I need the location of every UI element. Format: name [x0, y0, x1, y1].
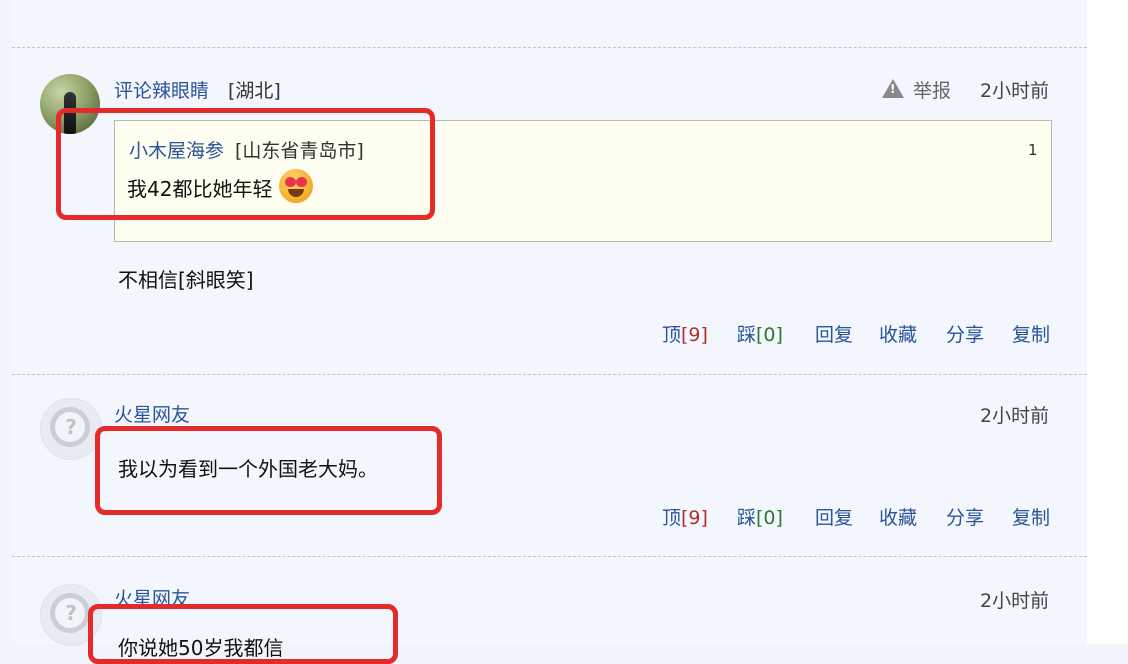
divider [12, 556, 1087, 557]
quoted-floor-number: 1 [1028, 141, 1038, 159]
favorite-button[interactable]: 收藏 [879, 503, 917, 530]
comment-time: 2小时前 [980, 590, 1050, 612]
report-link[interactable]: 举报 [913, 76, 951, 103]
favorite-button[interactable]: 收藏 [879, 320, 917, 347]
comment-time: 2小时前 [980, 405, 1050, 427]
copy-button[interactable]: 复制 [1012, 320, 1050, 347]
share-button[interactable]: 分享 [946, 503, 984, 530]
reply-button[interactable]: 回复 [815, 503, 853, 530]
downvote-button[interactable]: 踩[0] [737, 503, 783, 530]
comment-region: [湖北] [228, 80, 281, 102]
upvote-button[interactable]: 顶[9] [662, 320, 708, 347]
highlight-box [56, 108, 435, 220]
share-button[interactable]: 分享 [946, 320, 984, 347]
comment-username[interactable]: 评论辣眼睛 [114, 76, 209, 103]
warning-icon[interactable] [882, 79, 904, 98]
default-avatar-icon[interactable]: ? [40, 398, 102, 460]
divider [12, 374, 1087, 375]
divider [12, 47, 1087, 48]
comment-time: 2小时前 [980, 80, 1050, 102]
downvote-count: [0] [756, 507, 783, 529]
copy-button[interactable]: 复制 [1012, 503, 1050, 530]
comment-username[interactable]: 火星网友 [114, 400, 190, 427]
highlight-box [88, 604, 398, 664]
reply-button[interactable]: 回复 [815, 320, 853, 347]
downvote-count: [0] [756, 324, 783, 346]
highlight-box [95, 426, 442, 515]
page-margin [1087, 0, 1128, 644]
downvote-button[interactable]: 踩[0] [737, 320, 783, 347]
upvote-count: [9] [681, 507, 708, 529]
comment-text: 不相信[斜眼笑] [118, 268, 254, 292]
upvote-count: [9] [681, 324, 708, 346]
upvote-button[interactable]: 顶[9] [662, 503, 708, 530]
